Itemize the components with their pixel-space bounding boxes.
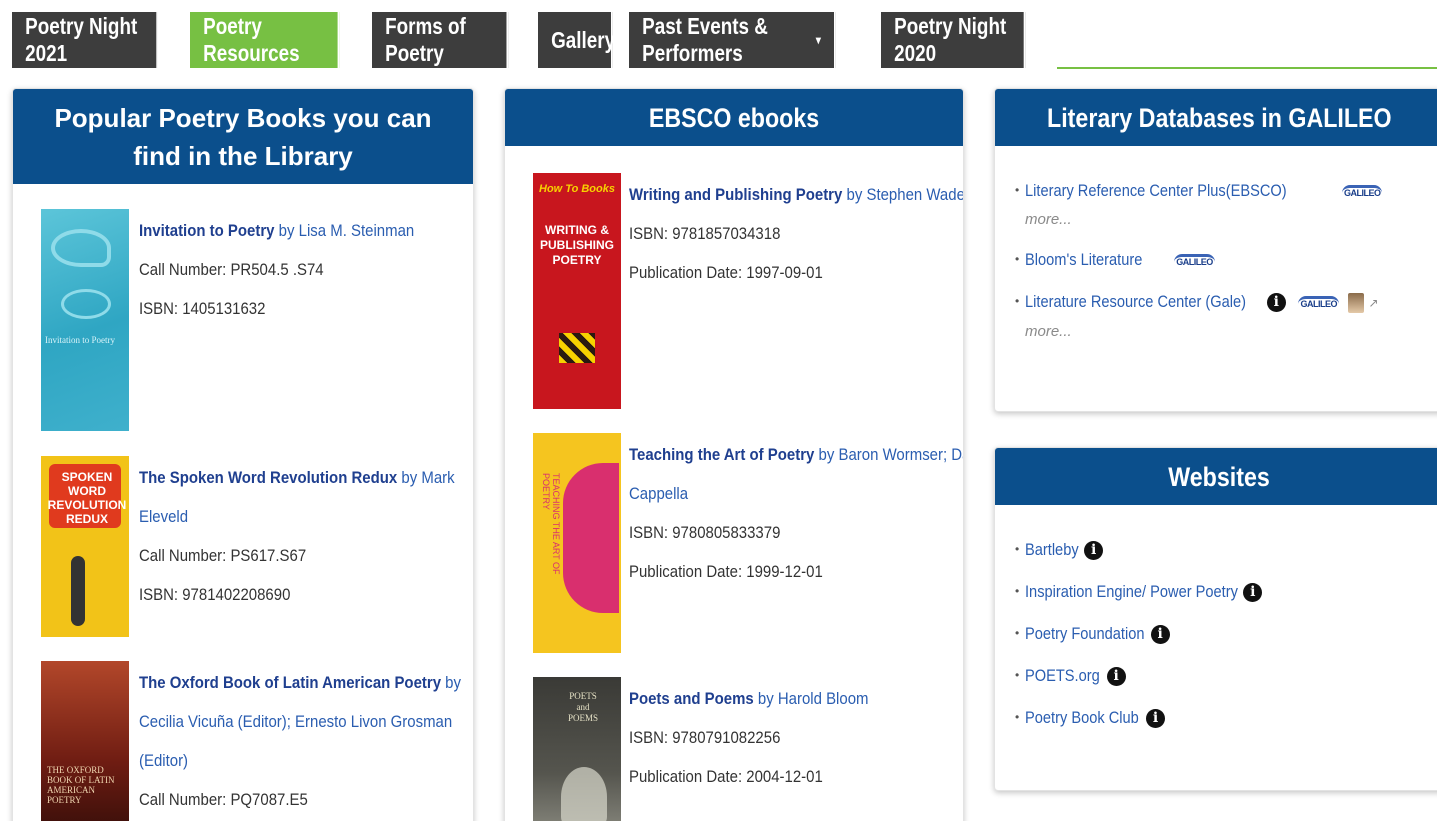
tab-past-events-performers[interactable]: Past Events & Performers ▾ — [629, 12, 836, 68]
website-item: Inspiration Engine/ Power Poetry i — [1015, 582, 1263, 603]
database-link[interactable]: Literature Resource Center (Gale) — [1025, 292, 1246, 312]
book-cover-image[interactable]: THE OXFORD BOOK OF LATIN AMERICAN POETRY — [41, 661, 129, 821]
tab-gallery[interactable]: Gallery — [538, 12, 615, 68]
isbn: ISBN: 9780791082256 — [629, 728, 781, 747]
galileo-badge-icon: GALILEO — [1174, 254, 1215, 267]
book-author-link[interactable]: Cecilia Vicuña (Editor); Ernesto Livon G… — [139, 712, 452, 731]
galileo-badge-icon: GALILEO — [1341, 185, 1383, 198]
book-author-link[interactable]: Stephen Wade — [866, 185, 963, 204]
book-title-link[interactable]: Writing and Publishing Poetry — [629, 185, 842, 204]
tab-poetry-resources[interactable]: Poetry Resources — [190, 12, 340, 68]
book-title-link[interactable]: The Spoken Word Revolution Redux — [139, 468, 397, 487]
publication-date: Publication Date: 2004-12-01 — [629, 767, 823, 786]
book-author-link[interactable]: Lisa M. Steinman — [299, 221, 415, 240]
book-title-link[interactable]: Poets and Poems — [629, 689, 754, 708]
isbn: ISBN: 1405131632 — [139, 299, 266, 318]
database-link[interactable]: Literary Reference Center Plus(EBSCO) — [1025, 181, 1287, 201]
database-item: Bloom's Literature GALILEO — [1015, 250, 1382, 270]
panel-title: Websites — [995, 448, 1437, 505]
book-title-link[interactable]: Teaching the Art of Poetry — [629, 445, 814, 464]
tab-forms-of-poetry[interactable]: Forms of Poetry — [372, 12, 509, 68]
tab-underline — [1057, 67, 1437, 69]
book-author-link[interactable]: Mark — [421, 468, 454, 487]
info-circle-icon[interactable]: i — [1243, 583, 1263, 603]
book-author-link[interactable]: Baron Wormser; David — [839, 445, 963, 464]
publication-date: Publication Date: 1999-12-01 — [629, 562, 823, 581]
info-circle-icon[interactable]: i — [1266, 293, 1286, 313]
book-title-link[interactable]: Invitation to Poetry — [139, 221, 274, 240]
more-link[interactable]: more... — [1025, 323, 1382, 340]
website-item: POETS.org i — [1015, 666, 1262, 687]
website-link-poetry-foundation[interactable]: Poetry Foundation — [1025, 624, 1144, 644]
database-link[interactable]: Bloom's Literature — [1025, 250, 1142, 270]
info-circle-icon[interactable]: i — [1084, 541, 1104, 561]
call-number: Call Number: PS617.S67 — [139, 546, 307, 565]
book-cover-image[interactable]: How To Books WRITING & PUBLISHING POETRY — [533, 173, 621, 409]
website-item: Poetry Foundation i — [1015, 624, 1262, 645]
website-link-power-poetry[interactable]: Inspiration Engine/ Power Poetry — [1025, 582, 1238, 602]
book-cover-image[interactable]: TEACHING THE ART OF POETRY — [533, 433, 621, 653]
tab-poetry-night-2020[interactable]: Poetry Night 2020 — [881, 12, 1026, 68]
book-cover-image[interactable]: SPOKEN WORD REVOLUTION REDUX — [41, 456, 129, 637]
database-item: Literary Reference Center Plus(EBSCO) GA… — [1015, 181, 1383, 228]
galileo-databases-panel: Literary Databases in GALILEO Literary R… — [994, 88, 1437, 412]
call-number: Call Number: PR504.5 .S74 — [139, 260, 324, 279]
more-link[interactable]: more... — [1025, 211, 1382, 228]
website-item: Poetry Book Club i — [1015, 708, 1262, 729]
book-author-link[interactable]: Harold Bloom — [778, 689, 869, 708]
website-link-bartleby[interactable]: Bartleby — [1025, 540, 1079, 560]
isbn: ISBN: 9780805833379 — [629, 523, 781, 542]
book-title-link[interactable]: The Oxford Book of Latin American Poetry — [139, 673, 441, 692]
info-circle-icon[interactable]: i — [1146, 709, 1166, 729]
caret-down-icon: ▾ — [815, 33, 821, 47]
thumbnail-icon — [1347, 292, 1364, 313]
galileo-badge-icon: GALILEO — [1298, 296, 1339, 309]
call-number: Call Number: PQ7087.E5 — [139, 790, 308, 809]
website-link-poetry-book-club[interactable]: Poetry Book Club — [1025, 708, 1139, 728]
isbn: ISBN: 9781857034318 — [629, 224, 781, 243]
top-navigation: Poetry Night 2021 Poetry Resources Forms… — [12, 12, 1057, 68]
websites-panel: Websites Bartleby i Inspiration Engine/ … — [994, 447, 1437, 791]
info-circle-icon[interactable]: i — [1106, 667, 1126, 687]
tab-poetry-night-2021[interactable]: Poetry Night 2021 — [12, 12, 158, 68]
website-link-poets-org[interactable]: POETS.org — [1025, 666, 1100, 686]
external-link-icon[interactable]: ↗ — [1368, 296, 1378, 310]
publication-date: Publication Date: 1997-09-01 — [629, 263, 823, 282]
database-item: Literature Resource Center (Gale) i GALI… — [1015, 292, 1382, 340]
ebsco-ebooks-panel: EBSCO ebooks How To Books WRITING & PUBL… — [504, 88, 964, 821]
panel-title: EBSCO ebooks — [505, 89, 963, 146]
book-cover-image[interactable]: POETS and POEMS — [533, 677, 621, 821]
isbn: ISBN: 9781402208690 — [139, 585, 291, 604]
panel-title: Literary Databases in GALILEO — [995, 89, 1437, 146]
popular-books-panel: Popular Poetry Books you can find in the… — [12, 88, 474, 821]
panel-title: Popular Poetry Books you can find in the… — [13, 89, 473, 184]
info-circle-icon[interactable]: i — [1150, 625, 1170, 645]
website-item: Bartleby i — [1015, 540, 1262, 561]
book-cover-image[interactable]: Invitation to Poetry — [41, 209, 129, 431]
